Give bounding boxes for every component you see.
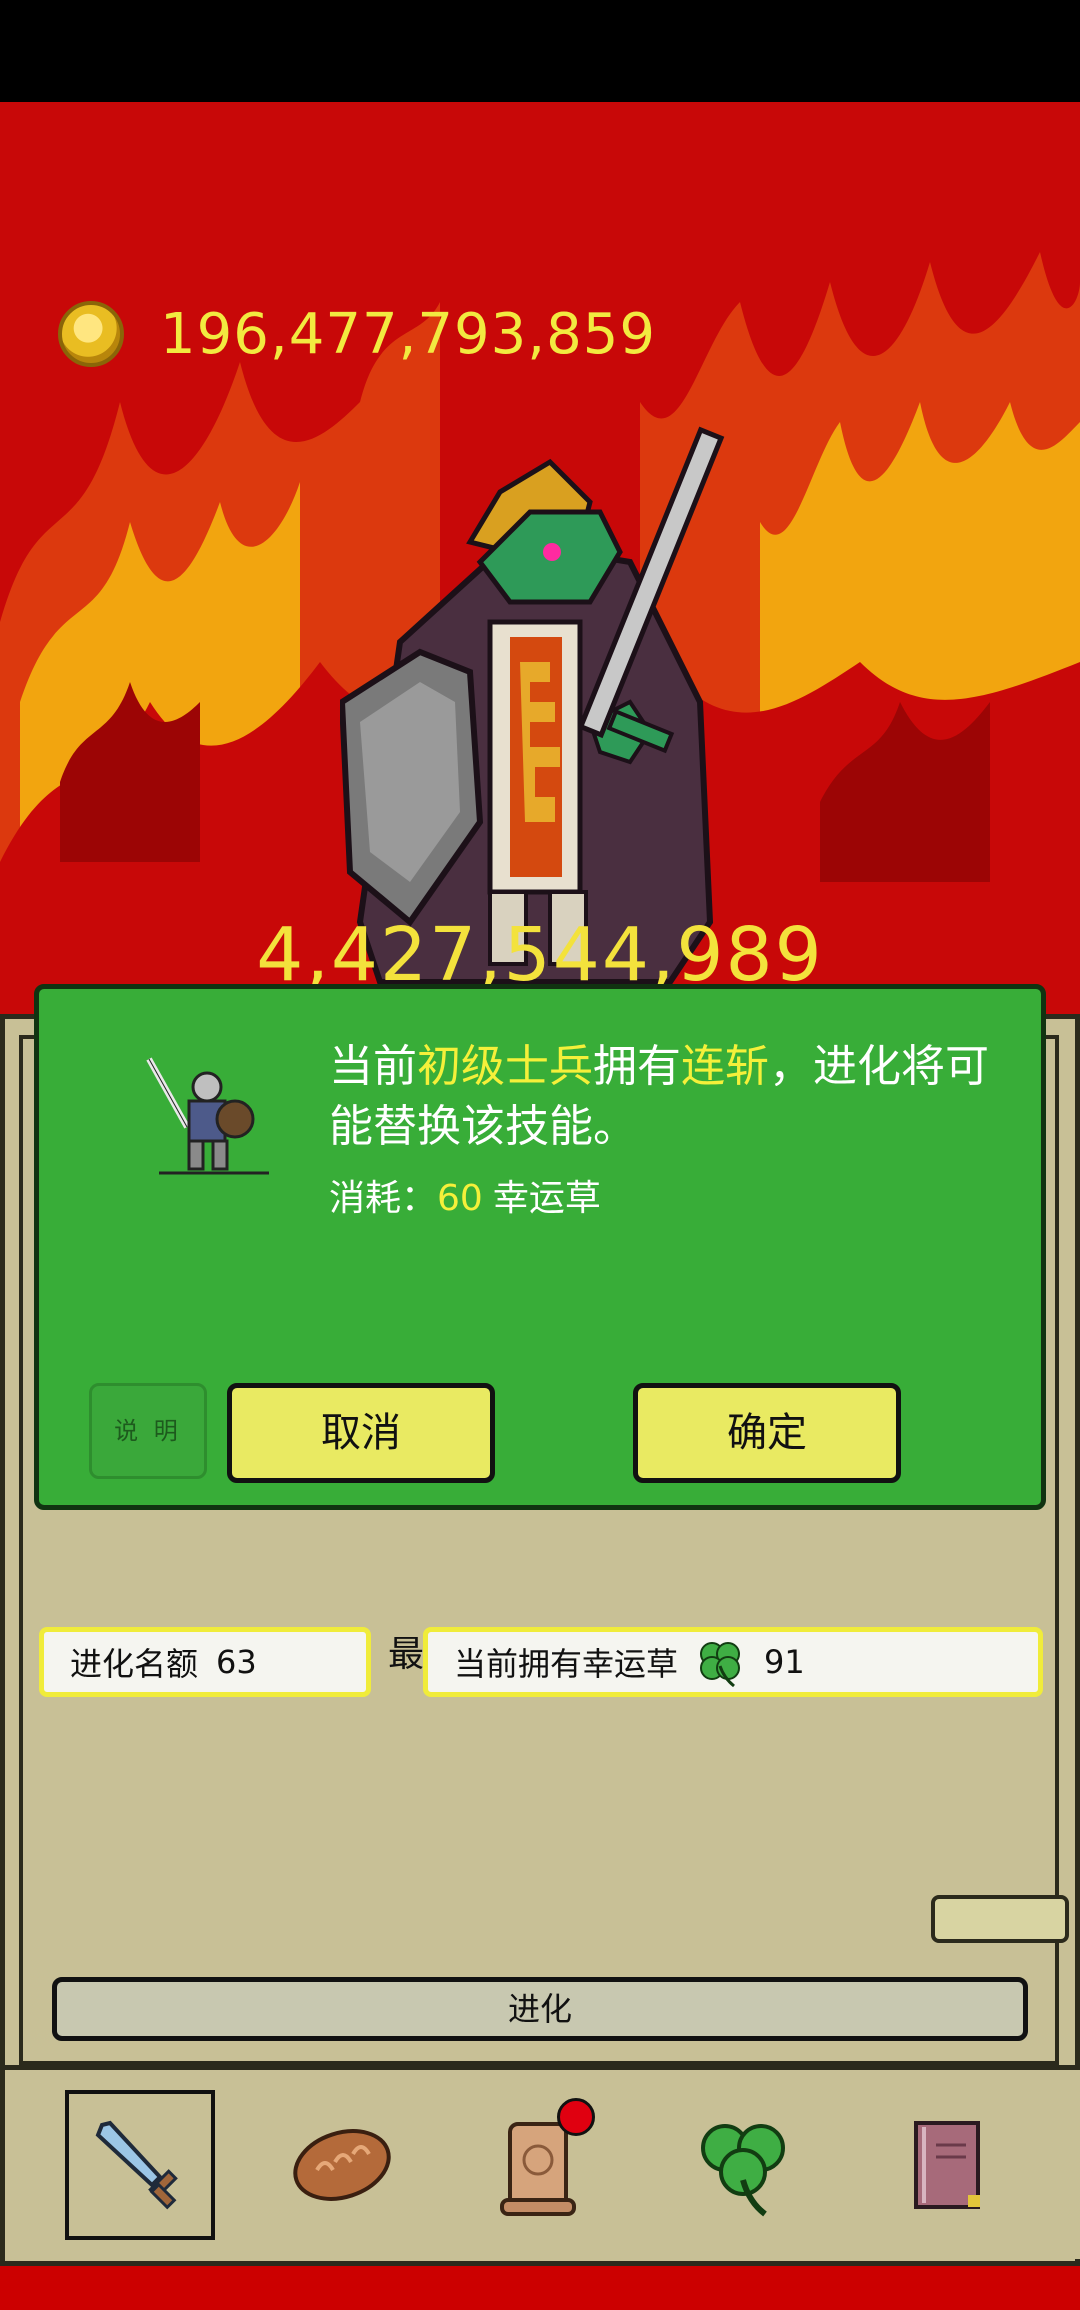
message-prefix: 当前 xyxy=(329,1041,417,1092)
panel-tab-corner xyxy=(931,1895,1069,1943)
help-button[interactable]: 说 明 xyxy=(89,1383,207,1479)
cost-value: 60 xyxy=(437,1178,483,1219)
gold-coin-icon xyxy=(58,301,124,367)
cancel-button[interactable]: 取消 xyxy=(227,1383,495,1483)
unit-name: 初级士兵 xyxy=(417,1041,593,1092)
status-bar xyxy=(0,0,1080,102)
clover-owned-value: 91 xyxy=(764,1643,805,1681)
tab-food[interactable] xyxy=(267,2090,417,2240)
book-icon xyxy=(914,2121,980,2209)
evolve-quota-box: 进化名额 63 xyxy=(39,1627,371,1697)
tab-quests[interactable] xyxy=(463,2090,613,2240)
game-scene: 196,477,793,859 4,427,544,989 进化名额 63 最 … xyxy=(0,102,1080,2310)
clover-owned-box: 当前拥有幸运草 91 xyxy=(423,1627,1043,1697)
cost-label: 消耗： xyxy=(329,1178,438,1219)
cost-line: 消耗：60 幸运草 xyxy=(329,1169,601,1221)
gold-amount: 196,477,793,859 xyxy=(160,301,656,367)
clover-icon xyxy=(701,2124,785,2217)
skill-name: 连斩 xyxy=(681,1041,769,1092)
cost-unit: 幸运草 xyxy=(492,1178,601,1219)
partial-text: 最 xyxy=(388,1634,425,1675)
tab-book[interactable] xyxy=(873,2090,1023,2240)
evolve-quota-label: 进化名额 xyxy=(70,1645,199,1683)
evolve-quota-value: 63 xyxy=(216,1643,257,1681)
clover-icon xyxy=(700,1642,741,1688)
confirm-button[interactable]: 确定 xyxy=(633,1383,901,1483)
notification-badge xyxy=(557,2098,595,2136)
basic-soldier-icon xyxy=(146,1057,269,1175)
evolve-button[interactable]: 进化 xyxy=(52,1977,1028,2041)
bread-icon xyxy=(293,2129,391,2201)
bottom-tab-bar xyxy=(5,2065,1080,2259)
dialog-message: 当前初级士兵拥有连斩，进化将可能替换该技能。 xyxy=(329,1037,1019,1157)
clover-owned-label: 当前拥有幸运草 xyxy=(454,1645,679,1683)
gold-counter: 196,477,793,859 xyxy=(58,294,656,374)
sword-icon xyxy=(95,2120,178,2210)
tab-clover[interactable] xyxy=(669,2090,819,2240)
message-mid: 拥有 xyxy=(593,1041,681,1092)
evolve-confirm-dialog: 当前初级士兵拥有连斩，进化将可能替换该技能。 消耗：60 幸运草 说 明 取消 确… xyxy=(34,984,1046,1510)
tab-weapons[interactable] xyxy=(65,2090,215,2240)
